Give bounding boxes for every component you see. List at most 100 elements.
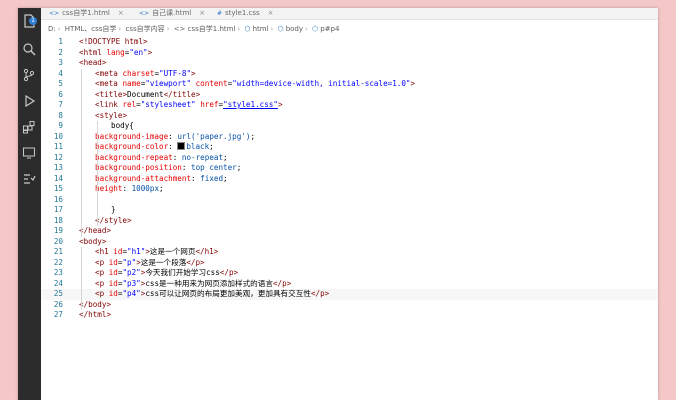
line-number: 4 bbox=[58, 68, 63, 78]
breadcrumb-item[interactable]: body bbox=[286, 25, 303, 33]
code-text: <style> bbox=[95, 110, 128, 120]
line-number: 16 bbox=[53, 194, 63, 204]
code-text: </html> bbox=[79, 310, 112, 319]
code-line[interactable]: 5 <meta name="viewport" content="width=de… bbox=[41, 79, 658, 90]
code-line[interactable]: 2 <html lang="en"> bbox=[41, 48, 658, 59]
code-line[interactable]: 23 <p id="p2">今天我们开始学习css</p> bbox=[41, 268, 658, 279]
code-text: <body> bbox=[79, 236, 107, 246]
tab-style-css[interactable]: # style1.css × bbox=[217, 8, 274, 19]
source-control-icon[interactable] bbox=[22, 68, 36, 82]
code-text: <p id="p4">css可以让网页的布局更加美观，更加具有交互性</p> bbox=[95, 289, 330, 298]
line-number: 23 bbox=[53, 268, 63, 277]
code-text: <head> bbox=[79, 58, 107, 67]
run-debug-icon[interactable] bbox=[22, 94, 36, 108]
close-icon[interactable]: × bbox=[268, 9, 274, 17]
color-swatch-icon[interactable] bbox=[177, 142, 186, 150]
search-icon[interactable] bbox=[22, 42, 36, 56]
code-line[interactable]: 15 height: 1000px; bbox=[41, 184, 658, 195]
code-line[interactable]: 22 <p id="p">这是一个段落</p> bbox=[41, 258, 658, 269]
line-number: 19 bbox=[53, 226, 63, 235]
code-text: <html lang="en"> bbox=[79, 47, 153, 57]
chevron-right-icon: › bbox=[57, 25, 61, 33]
close-icon[interactable]: × bbox=[199, 9, 205, 17]
line-number: 27 bbox=[53, 310, 63, 319]
line-number: 9 bbox=[58, 121, 63, 130]
code-line[interactable]: 25 <p id="p4">css可以让网页的布局更加美观，更加具有交互性</p> bbox=[41, 289, 658, 300]
code-text: </body> bbox=[79, 299, 112, 309]
line-number: 25 bbox=[53, 289, 63, 298]
indent-guide bbox=[81, 68, 82, 237]
code-line[interactable]: 14 background-attachment: fixed; bbox=[41, 174, 658, 185]
indent-guide bbox=[97, 121, 98, 226]
breadcrumb-item[interactable]: html bbox=[253, 25, 269, 33]
chevron-right-icon: › bbox=[118, 25, 122, 33]
code-line[interactable]: 20 <body> bbox=[41, 237, 658, 248]
testing-icon[interactable] bbox=[22, 172, 36, 186]
code-line[interactable]: 3 <head> bbox=[41, 58, 658, 69]
close-icon[interactable]: × bbox=[118, 9, 124, 17]
code-text: body{ bbox=[111, 121, 134, 130]
code-text: <p id="p2">今天我们开始学习css</p> bbox=[95, 268, 239, 277]
code-line[interactable]: 8 <style> bbox=[41, 111, 658, 122]
code-text: background-repeat: no-repeat; bbox=[95, 152, 228, 162]
code-line[interactable]: 6 <title>Document</title> bbox=[41, 90, 658, 101]
chevron-right-icon: › bbox=[305, 25, 308, 33]
line-number: 26 bbox=[53, 299, 63, 309]
editor-window: 1 <> css自学1.html × <> 自己课.html × # style1.css… bbox=[18, 8, 658, 400]
line-number: 11 bbox=[53, 142, 63, 151]
code-line[interactable]: 9 body{ bbox=[41, 121, 658, 132]
code-line[interactable]: 1 <!DOCTYPE html> bbox=[41, 37, 658, 48]
line-number: 20 bbox=[53, 236, 63, 246]
code-text: background-color: black; bbox=[95, 142, 214, 151]
line-number: 10 bbox=[53, 131, 63, 141]
code-text: background-position: top center; bbox=[95, 163, 242, 172]
line-number: 3 bbox=[58, 58, 63, 67]
code-text: <link rel="stylesheet" href="style1.css"… bbox=[95, 100, 283, 109]
tab-css-html[interactable]: <> css自学1.html × bbox=[49, 8, 124, 19]
code-line[interactable]: 24 <p id="p3">css是一种用来为网页添加样式的语言</p> bbox=[41, 279, 658, 290]
code-text: </head> bbox=[79, 226, 112, 235]
code-text: </style> bbox=[95, 215, 132, 225]
code-editor[interactable]: 1 <!DOCTYPE html> 2 <html lang="en"> 3 <head>… bbox=[41, 37, 658, 400]
code-line[interactable]: 4 <meta charset="UTF-8"> bbox=[41, 69, 658, 80]
breadcrumb-item[interactable]: D: bbox=[48, 25, 56, 33]
code-line[interactable]: 11 background-color: black; bbox=[41, 142, 658, 153]
line-number: 6 bbox=[58, 89, 63, 99]
html-file-icon: <> bbox=[139, 10, 150, 17]
breadcrumb-item[interactable]: <> css自学1.html bbox=[174, 25, 236, 33]
tab-self-html[interactable]: <> 自己课.html × bbox=[139, 8, 205, 19]
code-line[interactable]: 26 </body> bbox=[41, 300, 658, 311]
element-icon: ⬡ bbox=[312, 25, 319, 33]
css-file-icon: # bbox=[217, 10, 223, 17]
code-line[interactable]: 19 </head> bbox=[41, 226, 658, 237]
chevron-right-icon: › bbox=[237, 25, 241, 33]
line-number: 1 bbox=[58, 37, 63, 46]
breadcrumb-item[interactable]: HTML、css自学 bbox=[65, 25, 117, 33]
html-file-icon: <> bbox=[49, 10, 60, 17]
extensions-icon[interactable] bbox=[22, 120, 36, 134]
code-line[interactable]: 7 <link rel="stylesheet" href="style1.css… bbox=[41, 100, 658, 111]
line-number: 22 bbox=[53, 257, 63, 267]
code-text: <meta name="viewport" content="width=dev… bbox=[95, 79, 416, 88]
code-line[interactable]: 18 </style> bbox=[41, 216, 658, 227]
code-text: <meta charset="UTF-8"> bbox=[95, 68, 196, 78]
code-line[interactable]: 12 background-repeat: no-repeat; bbox=[41, 153, 658, 164]
code-line[interactable]: 13 background-position: top center; bbox=[41, 163, 658, 174]
code-line[interactable]: 16 bbox=[41, 195, 658, 206]
remote-explorer-icon[interactable] bbox=[22, 146, 36, 160]
breadcrumb-item[interactable]: p#p4 bbox=[320, 25, 339, 33]
line-number: 7 bbox=[58, 100, 63, 109]
code-line[interactable]: 21 <h1 id="h1">这是一个网页</h1> bbox=[41, 247, 658, 258]
code-text: background-image: url('paper.jpg'); bbox=[95, 131, 256, 141]
code-text: <p id="p">这是一个段落</p> bbox=[95, 257, 205, 267]
code-line[interactable]: 27 </html> bbox=[41, 310, 658, 321]
code-text: <p id="p3">css是一种用来为网页添加样式的语言</p> bbox=[95, 278, 292, 288]
code-line[interactable]: 17} bbox=[41, 205, 658, 216]
breadcrumb-item[interactable]: css自学内容 bbox=[125, 25, 164, 33]
chevron-right-icon: › bbox=[270, 25, 274, 33]
element-icon: ⬡ bbox=[244, 25, 251, 33]
line-number: 17 bbox=[53, 205, 63, 214]
activity-bar: 1 bbox=[18, 8, 41, 400]
code-line[interactable]: 10 background-image: url('paper.jpg'); bbox=[41, 132, 658, 143]
code-text: background-attachment: fixed; bbox=[95, 173, 228, 183]
